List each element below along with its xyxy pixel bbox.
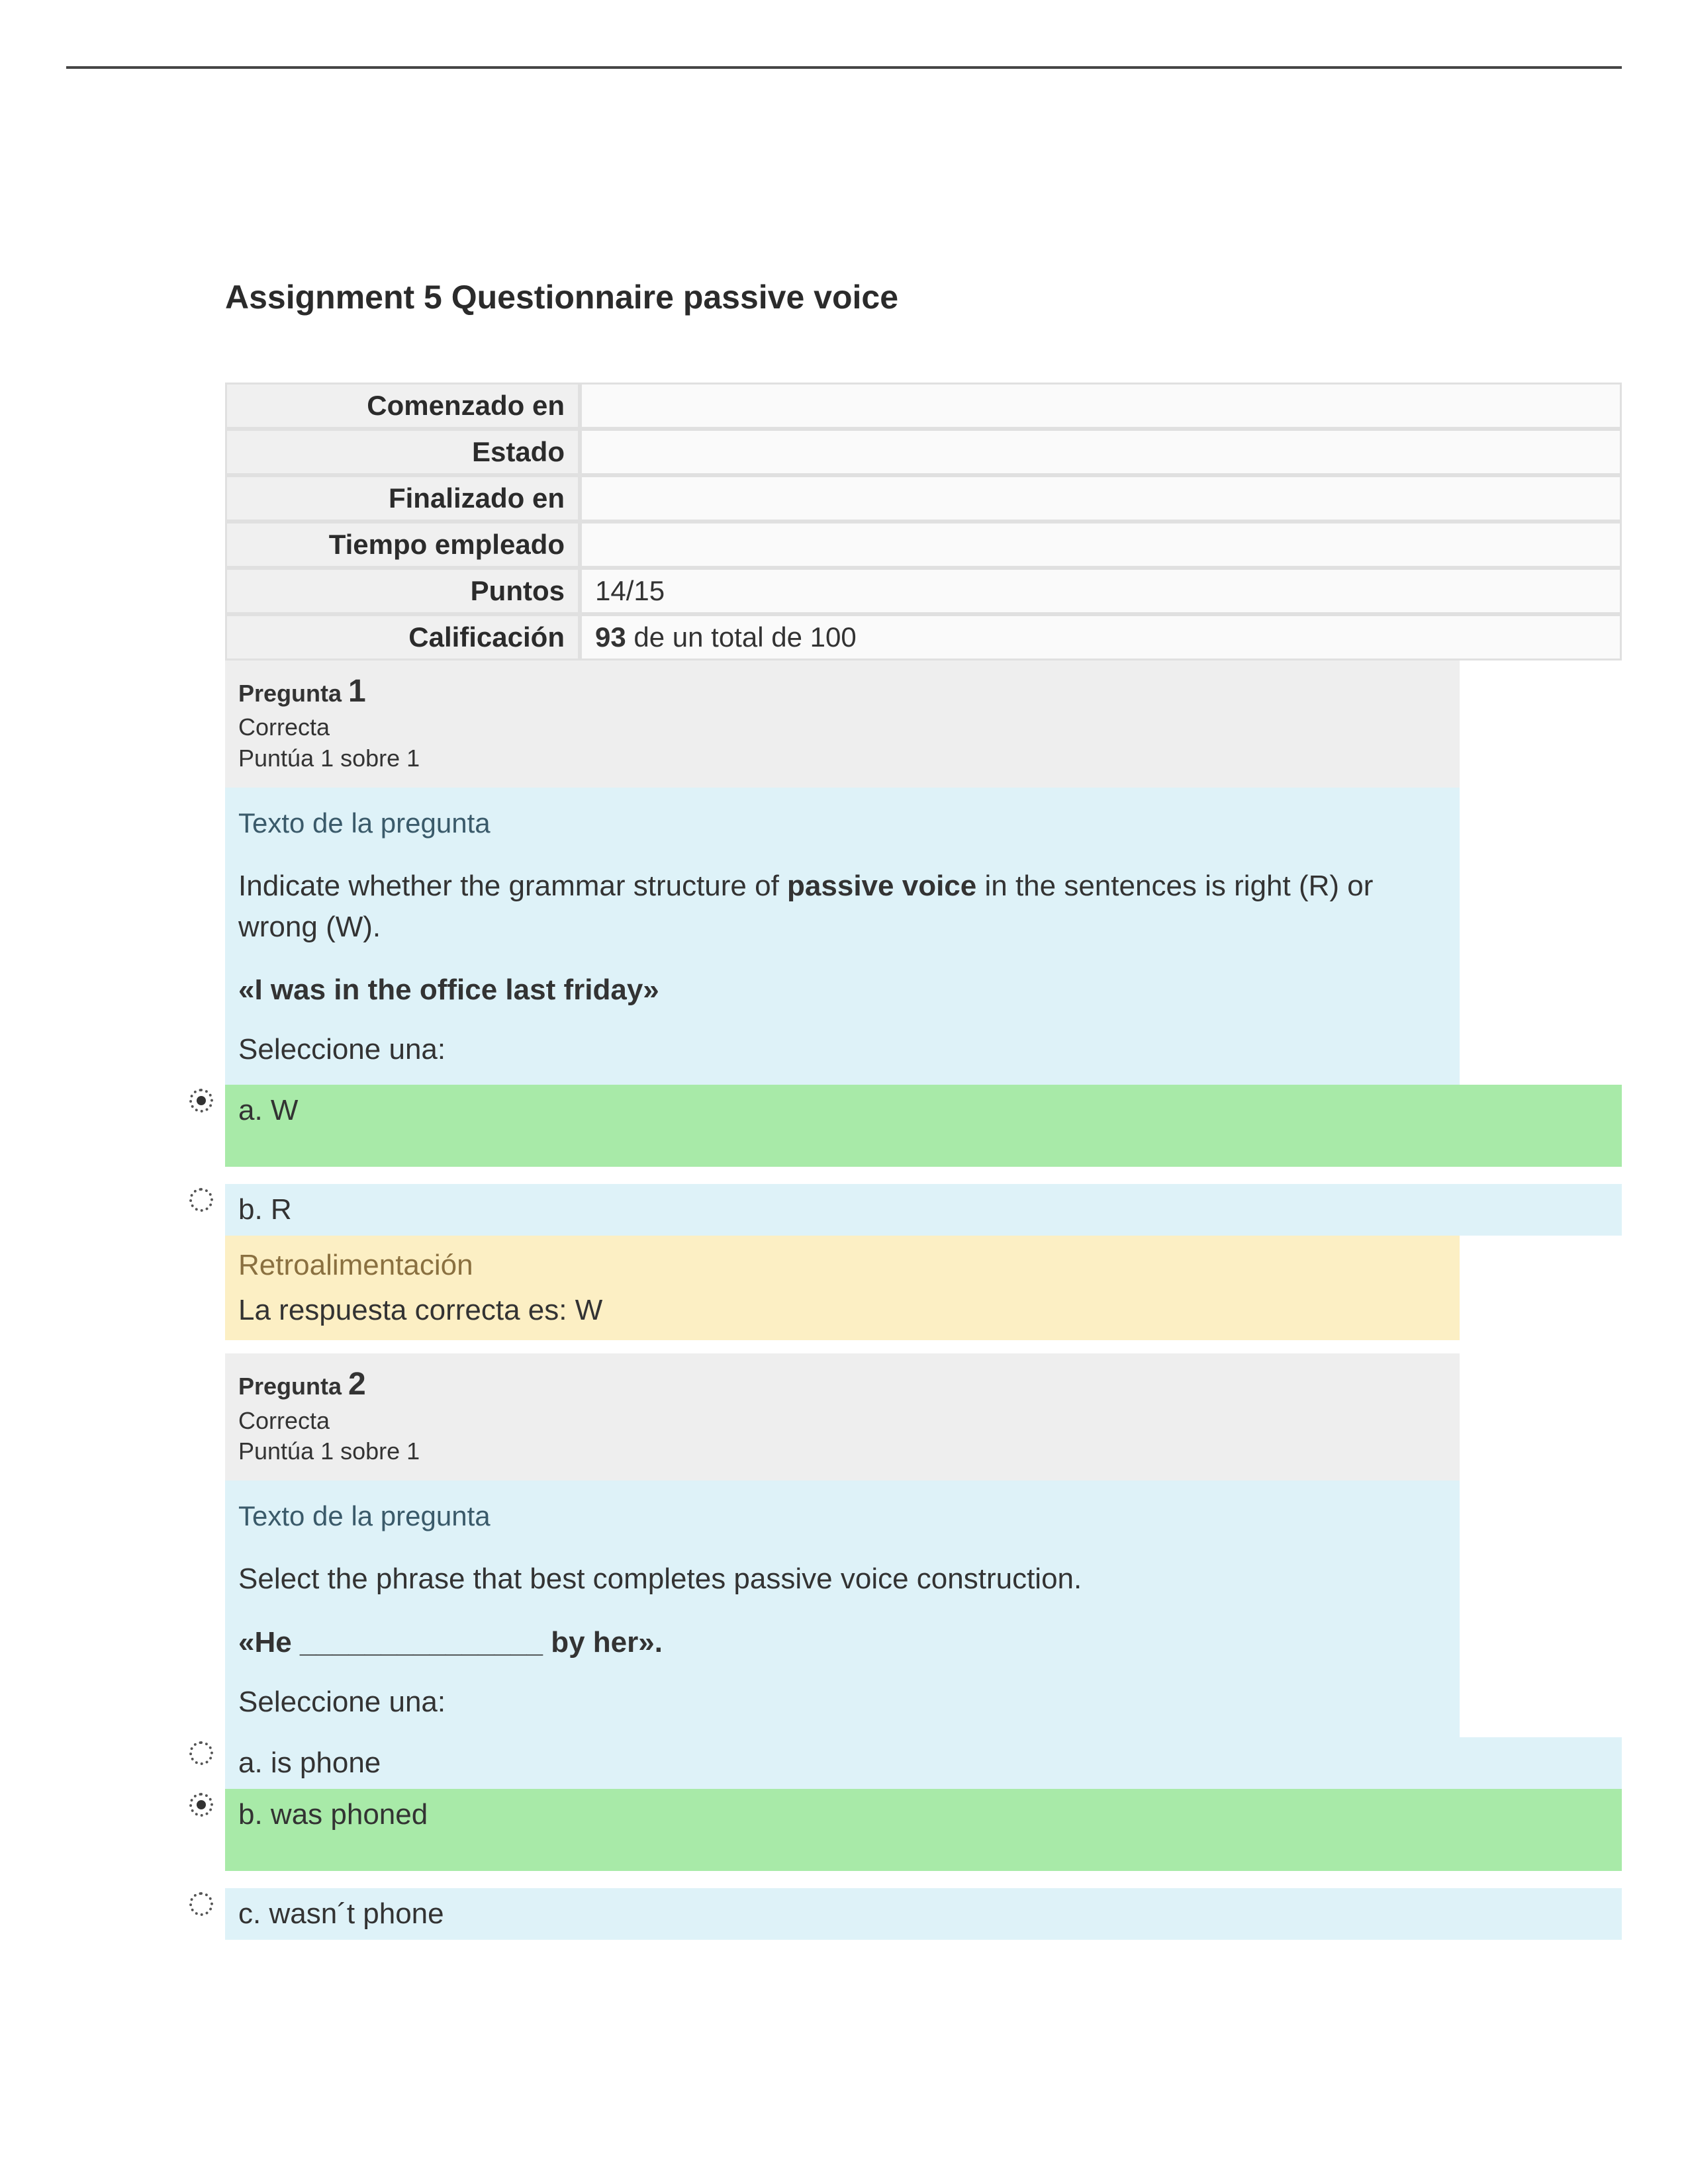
question-sentence: «He _______________ by her». bbox=[238, 1626, 1446, 1659]
option-row-b: b. R bbox=[177, 1184, 1622, 1236]
option-row-b: b. was phoned bbox=[177, 1789, 1622, 1871]
radio-button[interactable] bbox=[189, 1188, 213, 1212]
question-body-heading: Texto de la pregunta bbox=[238, 1500, 1446, 1532]
question-1: Pregunta 1 Correcta Puntúa 1 sobre 1 Tex… bbox=[225, 660, 1622, 1340]
summary-row-grade: Calificación 93 de un total de 100 bbox=[225, 614, 1622, 660]
question-label: Pregunta bbox=[238, 1373, 348, 1400]
prompt-pre: Indicate whether the grammar structure o… bbox=[238, 870, 787, 902]
question-score: Puntúa 1 sobre 1 bbox=[238, 1436, 1446, 1467]
question-number: 1 bbox=[348, 674, 366, 709]
question-header: Pregunta 1 Correcta Puntúa 1 sobre 1 bbox=[225, 660, 1460, 788]
question-status: Correcta bbox=[238, 1406, 1446, 1437]
question-2: Pregunta 2 Correcta Puntúa 1 sobre 1 Tex… bbox=[225, 1353, 1622, 1940]
summary-value bbox=[580, 383, 1622, 429]
summary-value-grade: 93 de un total de 100 bbox=[580, 614, 1622, 660]
summary-value: 14/15 bbox=[580, 568, 1622, 614]
question-body: Texto de la pregunta Indicate whether th… bbox=[225, 788, 1460, 1085]
question-body-heading: Texto de la pregunta bbox=[238, 807, 1446, 839]
summary-label: Puntos bbox=[225, 568, 580, 614]
option-b-text[interactable]: b. R bbox=[225, 1184, 1622, 1236]
option-row-a: a. W bbox=[177, 1085, 1622, 1167]
option-row-c: c. wasn´t phone bbox=[177, 1888, 1622, 1940]
summary-row: Estado bbox=[225, 429, 1622, 475]
grade-rest: de un total de 100 bbox=[626, 621, 857, 653]
summary-row: Puntos 14/15 bbox=[225, 568, 1622, 614]
radio-button[interactable] bbox=[189, 1741, 213, 1765]
summary-row: Finalizado en bbox=[225, 475, 1622, 522]
option-c-text[interactable]: c. wasn´t phone bbox=[225, 1888, 1622, 1940]
summary-label: Tiempo empleado bbox=[225, 522, 580, 568]
option-a-text[interactable]: a. is phone bbox=[225, 1737, 1622, 1789]
summary-label: Finalizado en bbox=[225, 475, 580, 522]
feedback-prefix: La respuesta correcta es: bbox=[238, 1294, 575, 1326]
question-prompt: Indicate whether the grammar structure o… bbox=[238, 866, 1446, 947]
summary-value bbox=[580, 475, 1622, 522]
radio-wrap bbox=[177, 1789, 225, 1817]
option-b-text[interactable]: b. was phoned bbox=[225, 1789, 1622, 1871]
summary-label: Comenzado en bbox=[225, 383, 580, 429]
radio-wrap bbox=[177, 1085, 225, 1113]
feedback-label: Retroalimentación bbox=[238, 1249, 1446, 1282]
summary-table: Comenzado en Estado Finalizado en Tiempo… bbox=[225, 383, 1622, 660]
summary-value bbox=[580, 522, 1622, 568]
radio-button[interactable] bbox=[189, 1793, 213, 1817]
option-a-text[interactable]: a. W bbox=[225, 1085, 1622, 1167]
question-score: Puntúa 1 sobre 1 bbox=[238, 743, 1446, 774]
prompt-bold: passive voice bbox=[787, 870, 976, 902]
summary-row: Tiempo empleado bbox=[225, 522, 1622, 568]
radio-wrap bbox=[177, 1737, 225, 1765]
top-rule bbox=[66, 66, 1622, 69]
radio-button[interactable] bbox=[189, 1089, 213, 1113]
question-label: Pregunta bbox=[238, 680, 348, 707]
question-prompt: Select the phrase that best completes pa… bbox=[238, 1559, 1446, 1600]
summary-label-grade: Calificación bbox=[225, 614, 580, 660]
summary-value bbox=[580, 429, 1622, 475]
content: Assignment 5 Questionnaire passive voice… bbox=[225, 278, 1622, 1940]
select-one-label: Seleccione una: bbox=[238, 1686, 1446, 1719]
feedback-value: W bbox=[575, 1294, 603, 1326]
page: Assignment 5 Questionnaire passive voice… bbox=[0, 0, 1688, 2184]
question-header: Pregunta 2 Correcta Puntúa 1 sobre 1 bbox=[225, 1353, 1460, 1480]
option-gap bbox=[225, 1871, 1622, 1888]
grade-score: 93 bbox=[595, 621, 626, 653]
option-row-a: a. is phone bbox=[177, 1737, 1622, 1789]
radio-wrap bbox=[177, 1184, 225, 1212]
select-one-label: Seleccione una: bbox=[238, 1033, 1446, 1066]
question-number: 2 bbox=[348, 1367, 366, 1402]
page-title: Assignment 5 Questionnaire passive voice bbox=[225, 278, 1622, 316]
summary-row: Comenzado en bbox=[225, 383, 1622, 429]
feedback-answer: La respuesta correcta es: W bbox=[238, 1294, 1446, 1327]
feedback-box: Retroalimentación La respuesta correcta … bbox=[225, 1236, 1460, 1340]
question-sentence: «I was in the office last friday» bbox=[238, 974, 1446, 1007]
radio-wrap bbox=[177, 1888, 225, 1916]
summary-label: Estado bbox=[225, 429, 580, 475]
option-gap bbox=[225, 1167, 1622, 1184]
question-status: Correcta bbox=[238, 712, 1446, 743]
radio-button[interactable] bbox=[189, 1892, 213, 1916]
question-body: Texto de la pregunta Select the phrase t… bbox=[225, 1480, 1460, 1737]
